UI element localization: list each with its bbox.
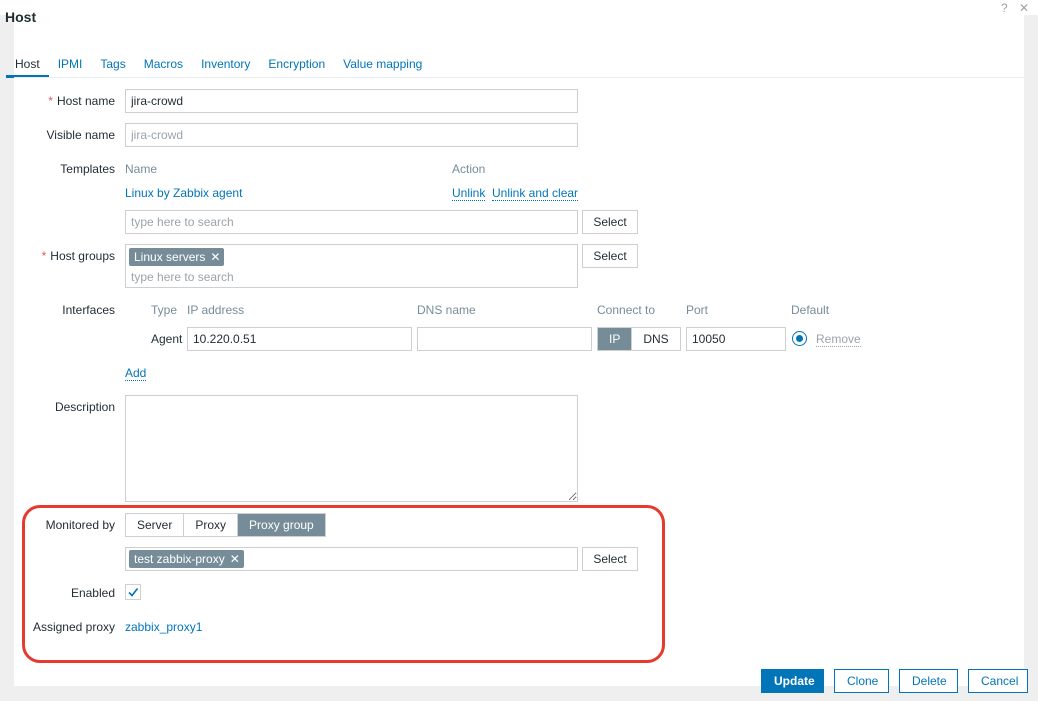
host-groups-select-button[interactable]: Select xyxy=(582,244,638,268)
interfaces-ip-header: IP address xyxy=(187,303,245,317)
unlink-clear-link[interactable]: Unlink and clear xyxy=(492,186,579,201)
connect-to-toggle: IP DNS xyxy=(597,327,681,351)
help-icon[interactable]: ? xyxy=(1001,1,1008,15)
description-label: Description xyxy=(54,400,115,414)
monitored-by-label: Monitored by xyxy=(45,518,115,532)
interfaces-default-header: Default xyxy=(791,303,830,317)
tab-encryption[interactable]: Encryption xyxy=(259,54,334,78)
interfaces-label: Interfaces xyxy=(62,303,115,317)
visible-name-label: Visible name xyxy=(46,128,115,142)
assigned-proxy-link[interactable]: zabbix_proxy1 xyxy=(125,620,202,634)
interface-port-input[interactable] xyxy=(686,327,786,351)
visible-name-input[interactable] xyxy=(125,123,578,147)
host-groups-multiselect[interactable]: Linux servers ✕ type here to search xyxy=(125,244,578,288)
tab-value-mapping[interactable]: Value mapping xyxy=(334,54,431,78)
template-select-button[interactable]: Select xyxy=(582,210,638,234)
dialog-left-edge xyxy=(0,15,14,686)
monitored-by-server[interactable]: Server xyxy=(126,514,184,536)
interface-ip-input[interactable] xyxy=(187,327,412,351)
chip-remove-icon[interactable]: ✕ xyxy=(230,552,240,566)
interfaces-dns-header: DNS name xyxy=(417,303,476,317)
host-groups-search-placeholder[interactable]: type here to search xyxy=(131,270,234,284)
host-group-chip: Linux servers ✕ xyxy=(129,248,225,266)
enabled-label: Enabled xyxy=(70,586,115,600)
monitored-by-proxy[interactable]: Proxy xyxy=(183,514,238,536)
monitored-by-toggle: Server Proxy Proxy group xyxy=(125,513,326,537)
interfaces-type-header: Type xyxy=(151,303,178,317)
highlight-annotation xyxy=(22,505,665,663)
interfaces-port-header: Port xyxy=(686,303,709,317)
host-name-label: * Host name xyxy=(48,94,115,108)
template-search-input[interactable] xyxy=(125,210,578,234)
cancel-button[interactable]: Cancel xyxy=(968,669,1028,693)
tab-bar: Host IPMI Tags Macros Inventory Encrypti… xyxy=(6,54,431,78)
connect-dns-option[interactable]: DNS xyxy=(631,328,680,350)
tab-macros[interactable]: Macros xyxy=(135,54,192,78)
proxy-group-select-button[interactable]: Select xyxy=(582,547,638,571)
tab-tags[interactable]: Tags xyxy=(91,54,134,78)
tab-inventory[interactable]: Inventory xyxy=(192,54,259,78)
interface-type-agent: Agent xyxy=(151,332,183,346)
interface-dns-input[interactable] xyxy=(417,327,592,351)
unlink-link[interactable]: Unlink xyxy=(452,186,486,201)
dialog-title: Host xyxy=(5,9,37,25)
interfaces-connect-header: Connect to xyxy=(597,303,656,317)
proxy-group-chip: test zabbix-proxy ✕ xyxy=(129,550,244,568)
templates-action-header: Action xyxy=(452,162,486,176)
enabled-checkbox[interactable] xyxy=(125,584,141,600)
tab-host[interactable]: Host xyxy=(6,54,49,78)
connect-ip-option[interactable]: IP xyxy=(598,328,632,350)
remove-interface-link[interactable]: Remove xyxy=(816,332,861,347)
check-icon xyxy=(128,588,139,597)
clone-button[interactable]: Clone xyxy=(834,669,889,693)
host-name-input[interactable] xyxy=(125,89,578,113)
tabs-divider xyxy=(14,77,1024,78)
host-groups-label: * Host groups xyxy=(41,249,115,263)
dialog-right-edge xyxy=(1024,15,1038,686)
description-textarea[interactable] xyxy=(125,395,578,502)
update-button[interactable]: Update xyxy=(761,669,824,693)
templates-label: Templates xyxy=(60,162,115,176)
close-icon[interactable]: ✕ xyxy=(1019,1,1029,15)
assigned-proxy-label: Assigned proxy xyxy=(32,620,115,634)
tab-ipmi[interactable]: IPMI xyxy=(49,54,92,78)
proxy-group-multiselect[interactable]: test zabbix-proxy ✕ xyxy=(125,547,578,571)
templates-name-header: Name xyxy=(125,162,158,176)
linked-template-link[interactable]: Linux by Zabbix agent xyxy=(125,186,242,200)
monitored-by-proxy-group[interactable]: Proxy group xyxy=(237,514,325,536)
chip-remove-icon[interactable]: ✕ xyxy=(210,250,220,264)
default-interface-radio[interactable] xyxy=(792,331,807,346)
dialog-header xyxy=(0,0,1038,15)
add-interface-link[interactable]: Add xyxy=(125,366,147,381)
host-dialog: Host ? ✕ Host IPMI Tags Macros Inventory… xyxy=(0,0,1038,701)
delete-button[interactable]: Delete xyxy=(899,669,958,693)
